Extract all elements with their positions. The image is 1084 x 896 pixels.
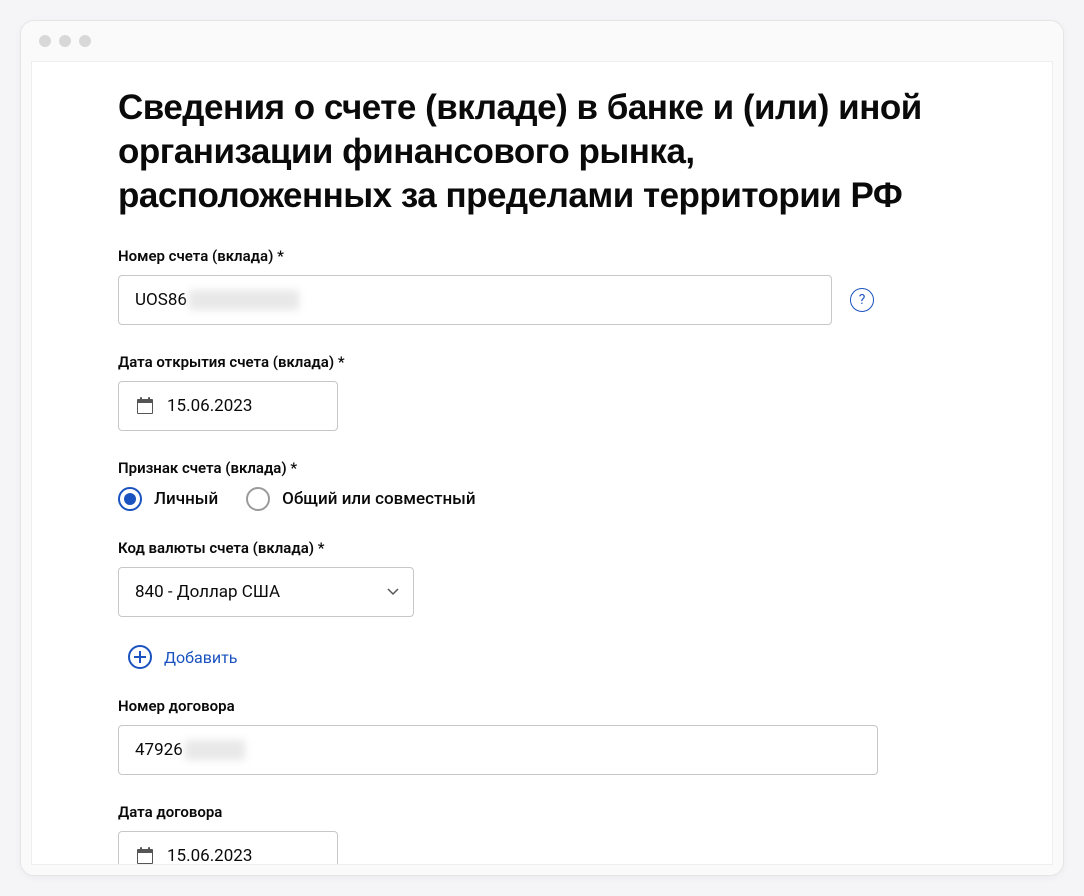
field-contract-number: Номер договора 47926 bbox=[118, 697, 966, 775]
traffic-light-zoom[interactable] bbox=[79, 35, 91, 47]
currency-select[interactable]: 840 - Доллар США bbox=[118, 567, 414, 617]
open-date-input[interactable]: 15.06.2023 bbox=[118, 381, 338, 431]
contract-number-label: Номер договора bbox=[118, 697, 966, 715]
form-page: Сведения о счете (вкладе) в банке и (или… bbox=[32, 62, 1052, 864]
currency-value: 840 - Доллар США bbox=[135, 582, 280, 602]
field-currency: Код валюты счета (вклада) * 840 - Доллар… bbox=[118, 539, 966, 617]
traffic-light-close[interactable] bbox=[39, 35, 51, 47]
contract-date-input[interactable]: 15.06.2023 bbox=[118, 831, 338, 864]
account-type-label: Признак счета (вклада) * bbox=[118, 459, 966, 477]
radio-option-personal[interactable]: Личный bbox=[118, 487, 218, 511]
field-open-date: Дата открытия счета (вклада) * 15.06.202… bbox=[118, 353, 966, 431]
radio-option-joint[interactable]: Общий или совместный bbox=[246, 487, 475, 511]
field-account-type: Признак счета (вклада) * Личный Общий ил… bbox=[118, 459, 966, 511]
contract-date-label: Дата договора bbox=[118, 803, 966, 821]
page-title: Сведения о счете (вкладе) в банке и (или… bbox=[118, 86, 966, 217]
account-number-input[interactable]: UOS86 bbox=[118, 275, 832, 325]
radio-joint-label: Общий или совместный bbox=[282, 489, 475, 509]
chevron-down-icon bbox=[387, 588, 399, 596]
contract-number-value: 47926 bbox=[135, 740, 183, 760]
account-number-label: Номер счета (вклада) * bbox=[118, 247, 966, 265]
open-date-value: 15.06.2023 bbox=[167, 396, 252, 416]
currency-label: Код валюты счета (вклада) * bbox=[118, 539, 966, 557]
account-number-row: UOS86 ? bbox=[118, 275, 966, 325]
window-titlebar bbox=[21, 21, 1063, 61]
account-number-masked bbox=[189, 290, 299, 310]
add-currency-button[interactable]: Добавить bbox=[128, 645, 966, 669]
app-window: Сведения о счете (вкладе) в банке и (или… bbox=[20, 20, 1064, 876]
help-glyph: ? bbox=[859, 292, 866, 308]
contract-number-masked bbox=[185, 740, 245, 760]
open-date-label: Дата открытия счета (вклада) * bbox=[118, 353, 966, 371]
help-icon[interactable]: ? bbox=[850, 288, 874, 312]
radio-personal-label: Личный bbox=[154, 489, 218, 509]
content-frame: Сведения о счете (вкладе) в банке и (или… bbox=[31, 61, 1053, 865]
traffic-light-minimize[interactable] bbox=[59, 35, 71, 47]
account-type-radio-group: Личный Общий или совместный bbox=[118, 487, 966, 511]
account-number-value: UOS86 bbox=[135, 290, 187, 310]
plus-circle-icon bbox=[128, 645, 152, 669]
calendar-icon bbox=[135, 396, 155, 416]
contract-date-value: 15.06.2023 bbox=[167, 846, 252, 864]
field-contract-date: Дата договора 15.06.2023 bbox=[118, 803, 966, 864]
radio-personal[interactable] bbox=[118, 487, 142, 511]
contract-number-input[interactable]: 47926 bbox=[118, 725, 878, 775]
add-label: Добавить bbox=[164, 648, 237, 667]
field-account-number: Номер счета (вклада) * UOS86 ? bbox=[118, 247, 966, 325]
radio-joint[interactable] bbox=[246, 487, 270, 511]
calendar-icon bbox=[135, 846, 155, 864]
